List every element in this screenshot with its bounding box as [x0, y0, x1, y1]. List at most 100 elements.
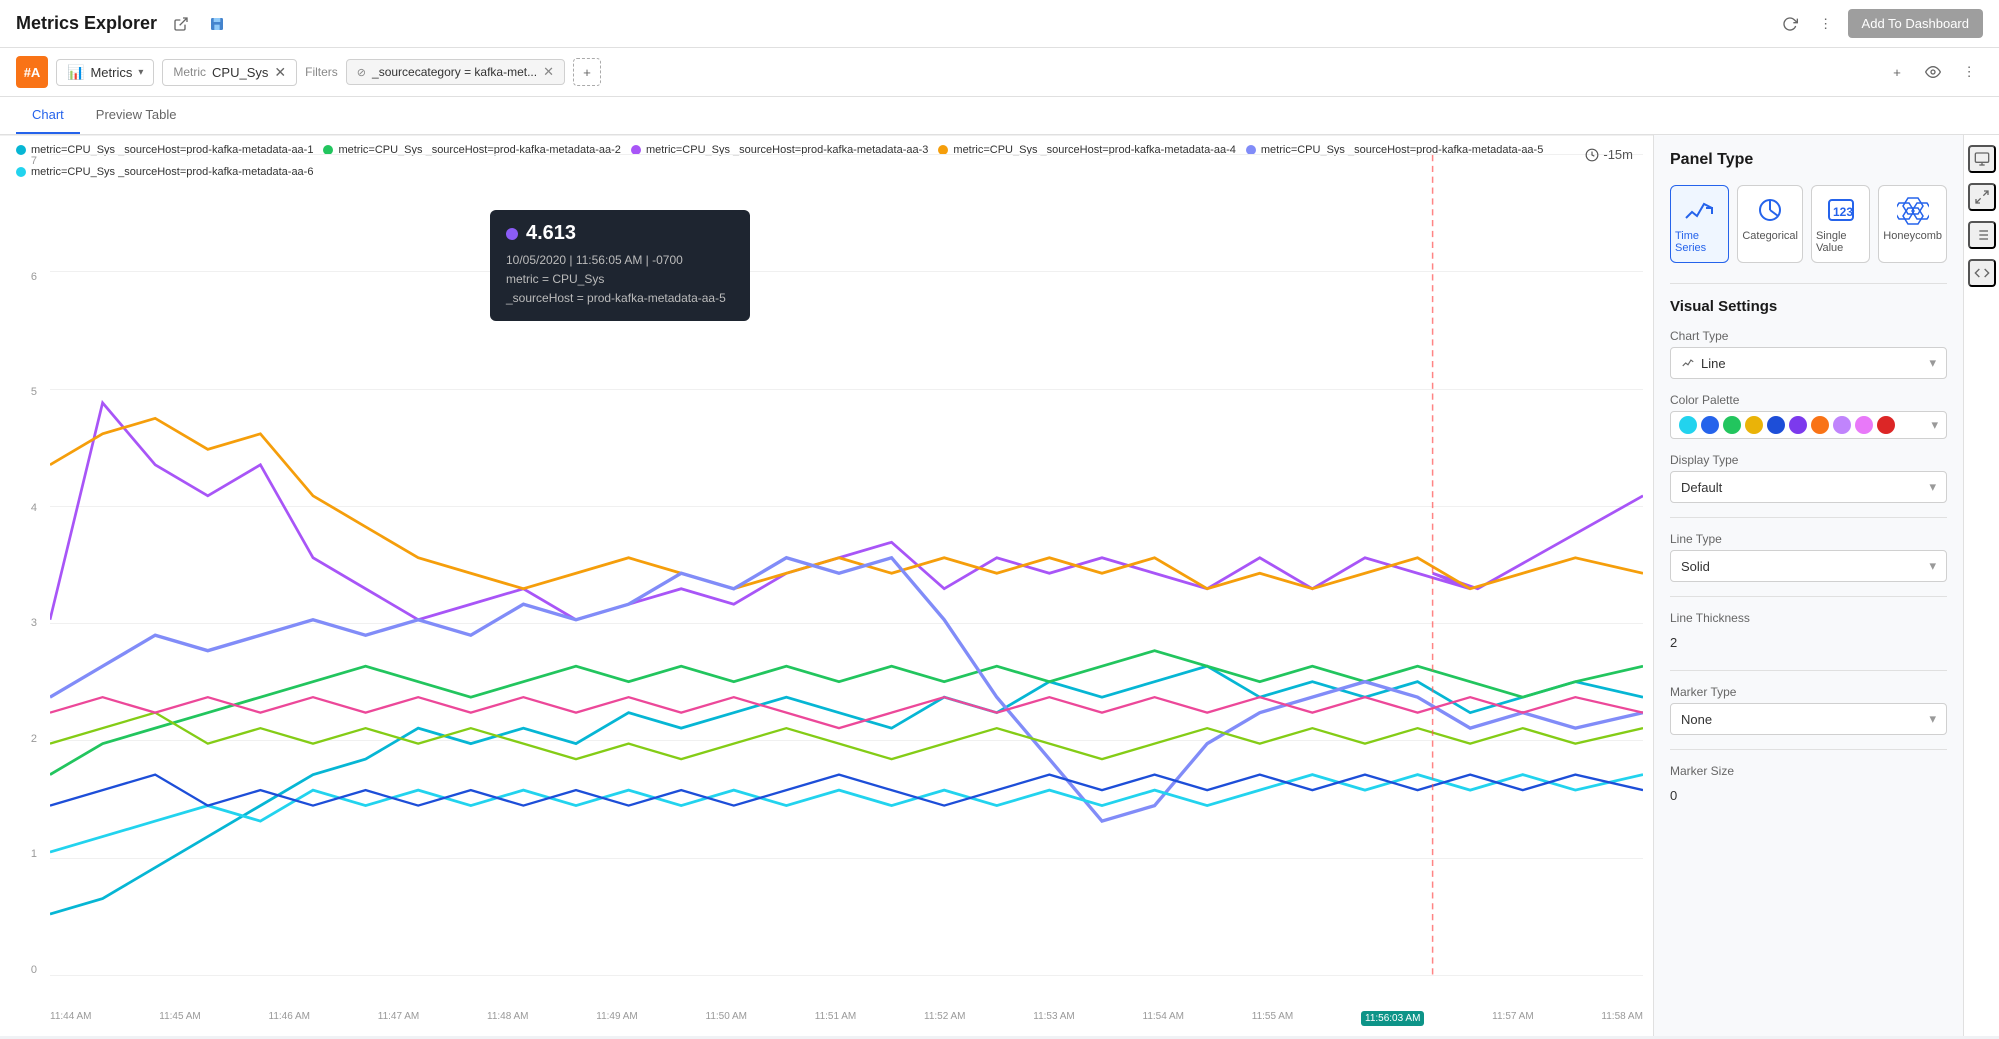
tooltip-time: 10/05/2020 | 11:56:05 AM | -0700 — [506, 251, 734, 270]
query-visibility-button[interactable] — [1919, 58, 1947, 86]
panel-type-cat-label: Categorical — [1742, 230, 1798, 242]
query-add-button[interactable]: + — [1883, 58, 1911, 86]
panel-icon-code[interactable] — [1968, 259, 1996, 287]
external-link-icon[interactable] — [167, 10, 195, 38]
y-label-7: 7 — [31, 155, 37, 167]
metric-source-selector[interactable]: 📊 Metrics ▾ — [56, 59, 154, 86]
time-series-icon — [1684, 194, 1716, 226]
metric-input-label: Metric — [173, 65, 206, 79]
metric-source-label: Metrics — [90, 65, 132, 80]
marker-type-chevron: ▾ — [1929, 711, 1936, 727]
tooltip-value: 4.613 — [526, 222, 576, 245]
divider-3 — [1670, 596, 1947, 597]
right-panel: Panel Type Time Series Catego — [1653, 135, 1963, 1036]
filter-remove-button[interactable]: ✕ — [543, 64, 554, 80]
display-type-row: Display Type Default ▾ — [1670, 453, 1947, 503]
marker-size-value-container: 0 — [1670, 782, 1947, 809]
panel-type-categorical[interactable]: Categorical — [1737, 185, 1803, 263]
marker-type-row: Marker Type None ▾ — [1670, 685, 1947, 735]
query-more-button[interactable]: ⋮ — [1955, 58, 1983, 86]
x-label-8: 11:52 AM — [924, 1011, 966, 1026]
filter-label: Filters — [305, 65, 338, 79]
color-swatch-7 — [1833, 416, 1851, 434]
line-chart-icon — [1681, 356, 1695, 370]
chart-type-label: Chart Type — [1670, 329, 1947, 343]
categorical-icon — [1754, 194, 1786, 226]
save-icon[interactable] — [203, 10, 231, 38]
chart-type-value: Line — [1701, 356, 1726, 371]
divider-4 — [1670, 670, 1947, 671]
line-thickness-value: 2 — [1670, 635, 1677, 650]
add-to-dashboard-button[interactable]: Add To Dashboard — [1848, 9, 1983, 38]
add-filter-button[interactable]: + — [573, 58, 601, 86]
metric-input-container: Metric CPU_Sys ✕ — [162, 59, 297, 86]
tooltip-dot — [506, 228, 518, 240]
time-indicator: -15m — [1585, 147, 1633, 162]
top-bar: Metrics Explorer ⋮ Add To Dashboard — [0, 0, 1999, 48]
tab-chart[interactable]: Chart — [16, 97, 80, 134]
metric-input-value: CPU_Sys — [212, 65, 268, 80]
tooltip-meta: 10/05/2020 | 11:56:05 AM | -0700 metric … — [506, 251, 734, 309]
display-type-select[interactable]: Default ▾ — [1670, 471, 1947, 503]
x-label-0: 11:44 AM — [50, 1011, 92, 1026]
x-label-7: 11:51 AM — [815, 1011, 857, 1026]
line-type-row: Line Type Solid ▾ — [1670, 532, 1947, 582]
line-type-chevron: ▾ — [1929, 558, 1936, 574]
panel-type-time-series[interactable]: Time Series — [1670, 185, 1729, 263]
honeycomb-icon — [1897, 194, 1929, 226]
chart-type-row: Chart Type Line ▾ — [1670, 329, 1947, 379]
top-bar-icon-group — [167, 10, 231, 38]
line-thickness-row: Line Thickness 2 — [1670, 611, 1947, 656]
svg-text:123: 123 — [1833, 205, 1853, 219]
color-swatch-6 — [1811, 416, 1829, 434]
query-id: #A — [16, 56, 48, 88]
color-swatch-8 — [1855, 416, 1873, 434]
y-label-2: 2 — [31, 733, 37, 745]
tab-preview-table[interactable]: Preview Table — [80, 97, 193, 134]
y-label-0: 0 — [31, 964, 37, 976]
x-label-9: 11:53 AM — [1033, 1011, 1075, 1026]
panel-type-ts-label: Time Series — [1675, 230, 1724, 254]
color-swatch-9 — [1877, 416, 1895, 434]
filter-chip[interactable]: ⊘ _sourcecategory = kafka-met... ✕ — [346, 59, 565, 85]
panel-type-title: Panel Type — [1670, 151, 1947, 169]
color-swatch-0 — [1679, 416, 1697, 434]
metric-clear-button[interactable]: ✕ — [274, 64, 286, 81]
chart-type-select[interactable]: Line ▾ — [1670, 347, 1947, 379]
display-type-value: Default — [1681, 480, 1722, 495]
x-label-2: 11:46 AM — [269, 1011, 311, 1026]
line-thickness-value-container: 2 — [1670, 629, 1947, 656]
panel-type-single-value[interactable]: 123 Single Value — [1811, 185, 1870, 263]
panel-icon-monitor[interactable] — [1968, 145, 1996, 173]
panel-type-grid: Time Series Categorical 123 Single V — [1670, 185, 1947, 263]
tooltip-source: _sourceHost = prod-kafka-metadata-aa-5 — [506, 289, 734, 308]
panel-type-honeycomb[interactable]: Honeycomb — [1878, 185, 1947, 263]
metric-source-chevron: ▾ — [138, 67, 143, 78]
chart-type-chevron: ▾ — [1929, 355, 1936, 371]
filter-icon: ⊘ — [357, 66, 366, 79]
tabs-bar: Chart Preview Table — [0, 97, 1999, 135]
app-title: Metrics Explorer — [16, 13, 157, 34]
panel-type-hc-label: Honeycomb — [1883, 230, 1942, 242]
marker-type-select[interactable]: None ▾ — [1670, 703, 1947, 735]
line-type-select[interactable]: Solid ▾ — [1670, 550, 1947, 582]
y-label-1: 1 — [31, 848, 37, 860]
display-type-chevron: ▾ — [1929, 479, 1936, 495]
tooltip-value-row: 4.613 — [506, 222, 734, 245]
visual-settings-title: Visual Settings — [1670, 298, 1947, 315]
x-label-3: 11:47 AM — [378, 1011, 420, 1026]
x-label-1: 11:45 AM — [159, 1011, 201, 1026]
color-swatch-3 — [1745, 416, 1763, 434]
panel-icon-list[interactable] — [1968, 221, 1996, 249]
panel-icon-resize[interactable] — [1968, 183, 1996, 211]
color-palette-container[interactable]: ▾ — [1670, 411, 1947, 439]
single-value-icon: 123 — [1825, 194, 1857, 226]
refresh-button[interactable] — [1776, 10, 1804, 38]
color-swatch-1 — [1701, 416, 1719, 434]
x-label-11: 11:55 AM — [1252, 1011, 1294, 1026]
chart-svg-container — [50, 155, 1643, 976]
more-options-button[interactable]: ⋮ — [1812, 10, 1840, 38]
time-indicator-value: -15m — [1603, 147, 1633, 162]
panel-content: Panel Type Time Series Catego — [1654, 135, 1963, 1036]
line-type-value: Solid — [1681, 559, 1710, 574]
